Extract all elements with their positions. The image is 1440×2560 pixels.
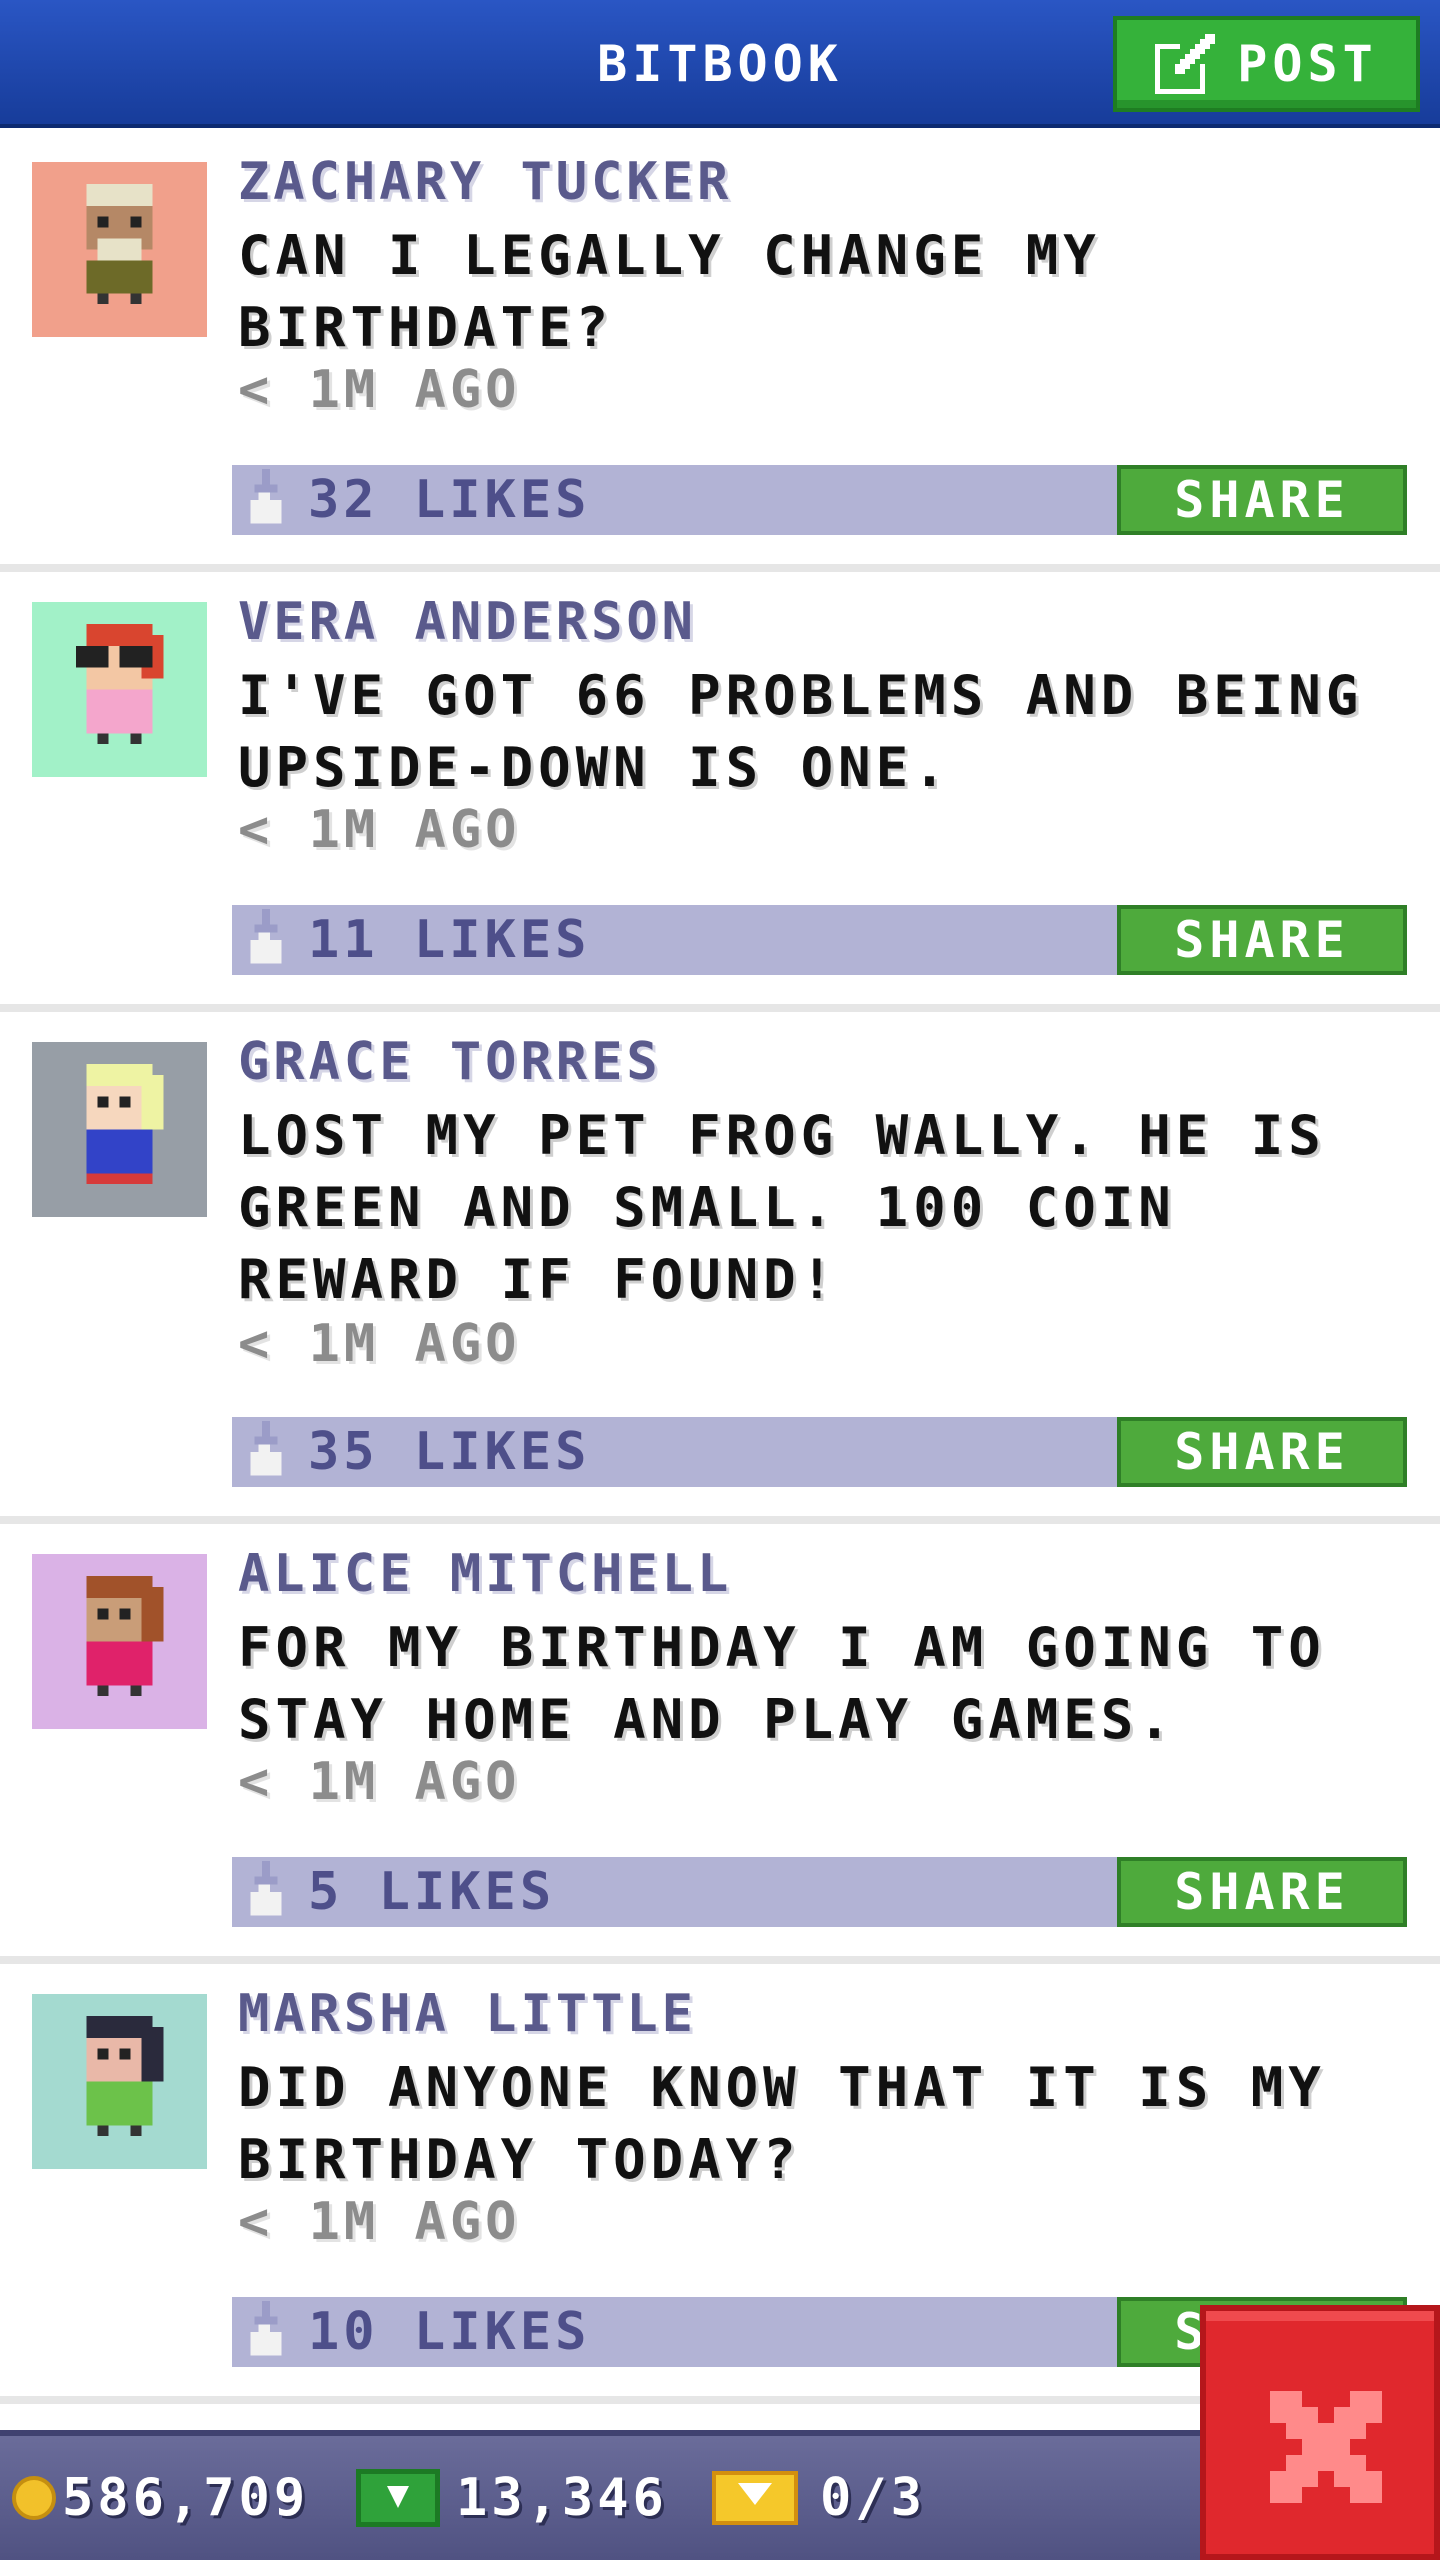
thumb-up-icon: [250, 909, 282, 964]
thumb-up-icon: [250, 2301, 282, 2356]
avatar[interactable]: [32, 602, 207, 777]
coins-value: 586,709: [62, 2468, 310, 2528]
avatar-image: [32, 602, 207, 777]
share-button[interactable]: SHARE: [1117, 1417, 1407, 1487]
bux-value: 13,346: [456, 2468, 668, 2528]
tickets-value: 0/3: [820, 2468, 926, 2528]
likes-bar: 35 LIKES SHARE: [232, 1417, 1407, 1487]
app-header: BITBOOK POST: [0, 0, 1440, 128]
post-author[interactable]: GRACE TORRES: [238, 1032, 662, 1092]
post-button[interactable]: POST: [1113, 16, 1420, 112]
post-button-label: POST: [1237, 35, 1378, 93]
feed-post: VERA ANDERSON I'VE GOT 66 PROBLEMS AND B…: [0, 572, 1440, 1012]
ticket-icon: [712, 2471, 798, 2525]
avatar-image: [32, 1994, 207, 2169]
edit-icon: [1155, 34, 1216, 94]
close-button[interactable]: [1200, 2305, 1440, 2560]
post-message: FOR MY BIRTHDAY I AM GOING TO STAY HOME …: [238, 1616, 1326, 1751]
thumb-up-icon: [250, 1421, 282, 1476]
share-button[interactable]: SHARE: [1117, 905, 1407, 975]
feed-post: ZACHARY TUCKER CAN I LEGALLY CHANGE MY B…: [0, 132, 1440, 572]
post-author[interactable]: VERA ANDERSON: [238, 592, 697, 652]
bux-icon: [356, 2469, 440, 2527]
likes-count: 11 LIKES: [308, 910, 591, 970]
post-message: LOST MY PET FROG WALLY. HE IS GREEN AND …: [238, 1104, 1326, 1311]
post-timestamp: < 1M AGO: [238, 1752, 521, 1812]
post-message: CAN I LEGALLY CHANGE MY BIRTHDATE?: [238, 224, 1101, 359]
thumb-up-icon: [250, 1861, 282, 1916]
likes-count: 10 LIKES: [308, 2302, 591, 2362]
feed-post: GRACE TORRES LOST MY PET FROG WALLY. HE …: [0, 1012, 1440, 1524]
coin-icon: [12, 2476, 56, 2520]
coins-display: 586,709: [12, 2436, 309, 2560]
tickets-display[interactable]: 0/3: [712, 2436, 926, 2560]
post-author[interactable]: MARSHA LITTLE: [238, 1984, 697, 2044]
post-timestamp: < 1M AGO: [238, 2192, 521, 2252]
likes-bar: 32 LIKES SHARE: [232, 465, 1407, 535]
likes-count: 32 LIKES: [308, 470, 591, 530]
post-timestamp: < 1M AGO: [238, 1314, 521, 1374]
avatar-image: [32, 1554, 207, 1729]
thumb-up-icon: [250, 469, 282, 524]
post-message: I'VE GOT 66 PROBLEMS AND BEING UPSIDE-DO…: [238, 664, 1364, 799]
avatar[interactable]: [32, 1554, 207, 1729]
bux-display[interactable]: 13,346: [356, 2436, 668, 2560]
likes-count: 35 LIKES: [308, 1422, 591, 1482]
share-button[interactable]: SHARE: [1117, 465, 1407, 535]
avatar-image: [32, 1042, 207, 1217]
likes-bar: 5 LIKES SHARE: [232, 1857, 1407, 1927]
avatar-image: [32, 162, 207, 337]
likes-bar: 11 LIKES SHARE: [232, 905, 1407, 975]
avatar[interactable]: [32, 1042, 207, 1217]
post-author[interactable]: ALICE MITCHELL: [238, 1544, 732, 1604]
close-icon: [1270, 2391, 1382, 2503]
likes-count: 5 LIKES: [308, 1862, 556, 1922]
share-button[interactable]: SHARE: [1117, 1857, 1407, 1927]
feed-post: ALICE MITCHELL FOR MY BIRTHDAY I AM GOIN…: [0, 1524, 1440, 1964]
avatar[interactable]: [32, 162, 207, 337]
post-timestamp: < 1M AGO: [238, 800, 521, 860]
post-message: DID ANYONE KNOW THAT IT IS MY BIRTHDAY T…: [238, 2056, 1326, 2191]
post-timestamp: < 1M AGO: [238, 360, 521, 420]
post-author[interactable]: ZACHARY TUCKER: [238, 152, 732, 212]
avatar[interactable]: [32, 1994, 207, 2169]
